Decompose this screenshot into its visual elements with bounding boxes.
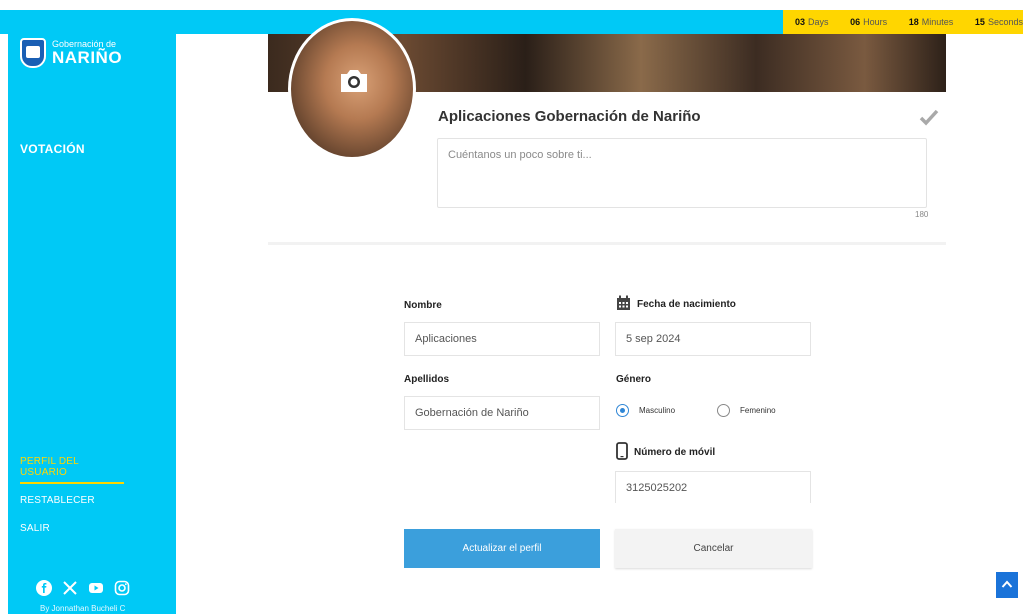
countdown: 03 Days 06 Hours 18 Minutes 15 Seconds bbox=[783, 10, 1023, 34]
camera-icon[interactable] bbox=[337, 64, 371, 98]
profile-username: Aplicaciones Gobernación de Nariño bbox=[438, 108, 701, 125]
sidebar-item-perfil[interactable]: PERFIL DEL USUARIO bbox=[20, 456, 124, 484]
page: 03 Days 06 Hours 18 Minutes 15 Seconds Gober… bbox=[0, 0, 1023, 614]
bio-char-counter: 180 bbox=[915, 210, 929, 219]
logo[interactable]: Gobernación de NARIÑO bbox=[20, 38, 122, 68]
cancel-button[interactable]: Cancelar bbox=[615, 529, 812, 568]
sidebar-item-restablecer[interactable]: RESTABLECER bbox=[20, 495, 124, 506]
countdown-minutes: 18 Minutes bbox=[908, 17, 954, 27]
bio-textarea[interactable] bbox=[437, 138, 927, 208]
check-icon[interactable] bbox=[918, 106, 940, 128]
fecha-label: Fecha de nacimiento bbox=[616, 295, 736, 314]
mobile-phone-icon bbox=[616, 442, 628, 463]
youtube-icon[interactable] bbox=[88, 580, 104, 596]
nombre-input[interactable] bbox=[404, 322, 600, 356]
instagram-icon[interactable] bbox=[114, 580, 130, 596]
genero-label: Género bbox=[616, 374, 652, 385]
section-divider bbox=[268, 242, 946, 245]
countdown-hours: 06 Hours bbox=[850, 17, 888, 27]
sidebar-nav: PERFIL DEL USUARIO RESTABLECER SALIR bbox=[20, 456, 124, 551]
arrow-up-icon bbox=[1001, 576, 1013, 594]
genero-radio-group: Masculino Femenino bbox=[616, 404, 818, 417]
radio-masculino-label: Masculino bbox=[639, 406, 676, 415]
sidebar-item-votacion[interactable]: VOTACIÓN bbox=[20, 142, 85, 156]
radio-masculino[interactable] bbox=[616, 404, 629, 417]
credit-text: By Jonnathan Bucheli C bbox=[40, 604, 126, 613]
apellidos-input[interactable] bbox=[404, 396, 600, 430]
social-links bbox=[36, 580, 130, 596]
countdown-days: 03 Days bbox=[795, 17, 829, 27]
scroll-top-button[interactable] bbox=[996, 572, 1018, 598]
apellidos-label: Apellidos bbox=[404, 374, 450, 385]
update-profile-button[interactable]: Actualizar el perfil bbox=[404, 529, 600, 568]
calendar-icon bbox=[616, 295, 631, 314]
radio-femenino-label: Femenino bbox=[740, 406, 776, 415]
countdown-seconds: 15 Seconds bbox=[974, 17, 1023, 27]
facebook-icon[interactable] bbox=[36, 580, 52, 596]
logo-text: Gobernación de NARIÑO bbox=[52, 40, 123, 67]
shield-logo-icon bbox=[20, 38, 46, 68]
x-icon[interactable] bbox=[62, 580, 78, 596]
radio-femenino[interactable] bbox=[717, 404, 731, 417]
logo-big-text: NARIÑO bbox=[52, 48, 123, 67]
sidebar: Gobernación de NARIÑO VOTACIÓN PERFIL DE… bbox=[8, 10, 176, 614]
movil-input[interactable] bbox=[615, 471, 811, 503]
fecha-input[interactable] bbox=[615, 322, 811, 356]
sidebar-item-salir[interactable]: SALIR bbox=[20, 523, 124, 534]
nombre-label: Nombre bbox=[404, 300, 442, 311]
movil-label: Número de móvil bbox=[616, 442, 715, 463]
